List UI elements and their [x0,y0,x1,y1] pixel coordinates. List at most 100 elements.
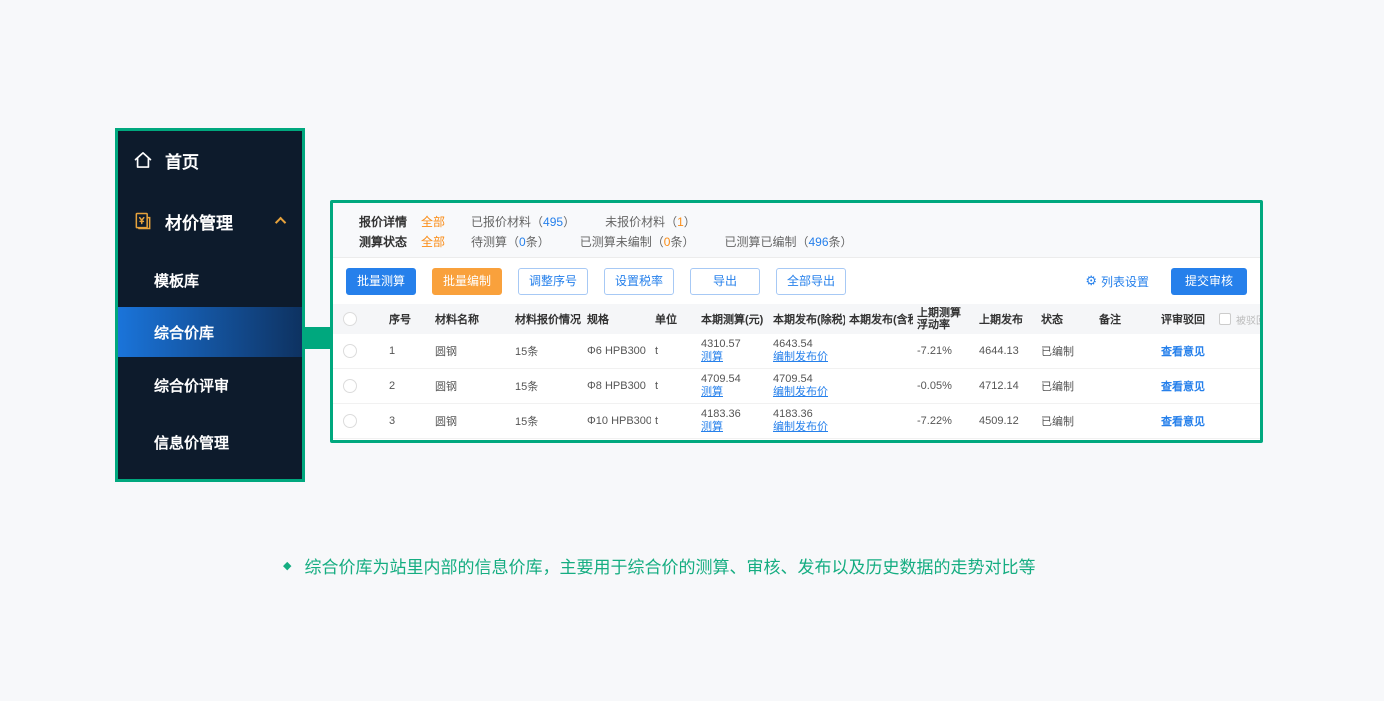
filter-option-calc-uncompiled[interactable]: 已测算未编制（0条） [580,233,695,250]
sidebar-item-template-library[interactable]: 模板库 [118,253,302,307]
filter-all-link[interactable]: 全部 [421,233,445,250]
diamond-bullet-icon: ◆ [283,559,291,572]
cell-unit: t [651,415,697,427]
calc-link[interactable]: 测算 [701,386,765,399]
col-pub-in: 本期发布(含税) [845,311,913,327]
cell-status: 已编制 [1037,378,1095,394]
filter-all-link[interactable]: 全部 [421,213,445,230]
cell-name: 圆钢 [431,378,511,394]
cell-review: 查看意见 [1157,343,1260,359]
table-row: 3 圆钢 15条 Φ10 HPB300 t 4183.36测算 4183.36编… [333,404,1260,439]
table-row: 2 圆钢 15条 Φ8 HPB300 t 4709.54测算 4709.54编制… [333,369,1260,404]
cell-seq: 3 [367,415,431,427]
checkbox-circle[interactable] [343,344,357,358]
sidebar-item-composite-price-library[interactable]: 综合价库 [118,307,302,357]
sidebar-item-home[interactable]: 首页 [118,131,302,189]
cell-calc: 4709.54测算 [697,373,769,399]
view-opinion-link[interactable]: 查看意见 [1161,343,1205,359]
col-prev: 上期发布 [975,311,1037,327]
cell-calc: 4183.36测算 [697,408,769,434]
table-row: 1 圆钢 15条 Φ6 HPB300 t 4310.57测算 4643.54编制… [333,334,1260,369]
sidebar-item-composite-price-review[interactable]: 综合价评审 [118,357,302,414]
cell-quote: 15条 [511,413,583,429]
col-float: 上期测算浮动率 [913,307,975,331]
cell-prev: 4644.13 [975,345,1037,357]
cell-unit: t [651,345,697,357]
cell-calc: 4310.57测算 [697,338,769,364]
cell-prev: 4712.14 [975,380,1037,392]
filter-row-calc-status: 测算状态 全部 待测算（0条） 已测算未编制（0条） 已测算已编制（496条） [359,231,1234,251]
sidebar-item-label: 首页 [165,148,199,173]
sidebar-item-label: 综合价评审 [154,375,229,396]
rejected-filter-label: 被驳回综合价 [1236,312,1260,327]
calc-link[interactable]: 测算 [701,351,765,364]
filter-option-quoted[interactable]: 已报价材料（495） [471,213,575,230]
materials-table: 序号 材料名称 材料报价情况 规格 单位 本期测算(元) 本期发布(除税) 本期… [333,304,1260,440]
cell-status: 已编制 [1037,413,1095,429]
filter-label: 报价详情 [359,213,407,230]
list-settings-link[interactable]: ⚙ 列表设置 [1085,273,1149,290]
compile-publish-link[interactable]: 编制发布价 [773,421,841,434]
col-unit: 单位 [651,311,697,327]
composite-price-panel: 报价详情 全部 已报价材料（495） 未报价材料（1） 测算状态 全部 待测算（… [330,200,1263,443]
adjust-order-button[interactable]: 调整序号 [518,268,588,295]
select-all-checkbox[interactable] [333,312,367,326]
batch-calculate-button[interactable]: 批量测算 [346,268,416,295]
chevron-up-icon[interactable] [275,217,286,228]
cell-pub-ex: 4183.36编制发布价 [769,408,845,434]
row-checkbox[interactable] [333,379,367,393]
compile-publish-link[interactable]: 编制发布价 [773,386,841,399]
cell-unit: t [651,380,697,392]
cell-pub-ex: 4709.54编制发布价 [769,373,845,399]
view-opinion-link[interactable]: 查看意见 [1161,413,1205,429]
cell-quote: 15条 [511,343,583,359]
checkbox-circle[interactable] [343,414,357,428]
toolbar-right: ⚙ 列表设置 提交审核 [1085,268,1247,295]
cell-spec: Φ10 HPB300 [583,415,651,427]
row-checkbox[interactable] [333,414,367,428]
cell-spec: Φ8 HPB300 [583,380,651,392]
submit-review-button[interactable]: 提交审核 [1171,268,1247,295]
row-checkbox[interactable] [333,344,367,358]
batch-compile-button[interactable]: 批量编制 [432,268,502,295]
table-header: 序号 材料名称 材料报价情况 规格 单位 本期测算(元) 本期发布(除税) 本期… [333,304,1260,334]
cell-seq: 1 [367,345,431,357]
caption-text: 综合价库为站里内部的信息价库，主要用于综合价的测算、审核、发布以及历史数据的走势… [304,553,1035,578]
cell-float: -7.22% [913,415,975,427]
checkbox-circle[interactable] [343,379,357,393]
filter-label: 测算状态 [359,233,407,250]
compile-publish-link[interactable]: 编制发布价 [773,351,841,364]
calc-link[interactable]: 测算 [701,421,765,434]
col-review: 评审驳回 被驳回综合价 [1157,311,1260,327]
col-seq: 序号 [367,311,431,327]
sidebar-item-material-price[interactable]: 材价管理 [118,189,302,253]
sidebar-item-label: 信息价管理 [154,432,229,453]
col-remark: 备注 [1095,311,1157,327]
cell-status: 已编制 [1037,343,1095,359]
col-spec: 规格 [583,311,651,327]
export-button[interactable]: 导出 [690,268,760,295]
cell-spec: Φ6 HPB300 [583,345,651,357]
cell-prev: 4509.12 [975,415,1037,427]
filter-row-quote-detail: 报价详情 全部 已报价材料（495） 未报价材料（1） [359,211,1234,231]
set-tax-rate-button[interactable]: 设置税率 [604,268,674,295]
col-name: 材料名称 [431,311,511,327]
sidebar-item-info-price-management[interactable]: 信息价管理 [118,414,302,471]
cell-review: 查看意见 [1157,378,1260,394]
cell-name: 圆钢 [431,343,511,359]
cell-float: -7.21% [913,345,975,357]
filter-option-pending-calc[interactable]: 待测算（0条） [471,233,550,250]
sidebar: 首页 材价管理 模板库 综合价库 综合价评审 信息价管理 [115,128,305,482]
view-opinion-link[interactable]: 查看意见 [1161,378,1205,394]
cell-name: 圆钢 [431,413,511,429]
cell-review: 查看意见 [1157,413,1260,429]
export-all-button[interactable]: 全部导出 [776,268,846,295]
checkbox-circle[interactable] [343,312,357,326]
filter-option-calc-compiled[interactable]: 已测算已编制（496条） [724,233,852,250]
filter-option-unquoted[interactable]: 未报价材料（1） [605,213,696,230]
filter-bar: 报价详情 全部 已报价材料（495） 未报价材料（1） 测算状态 全部 待测算（… [333,203,1260,258]
rejected-filter-checkbox[interactable] [1219,313,1231,325]
sidebar-item-label: 材价管理 [165,209,233,234]
cell-seq: 2 [367,380,431,392]
col-quote: 材料报价情况 [511,311,583,327]
